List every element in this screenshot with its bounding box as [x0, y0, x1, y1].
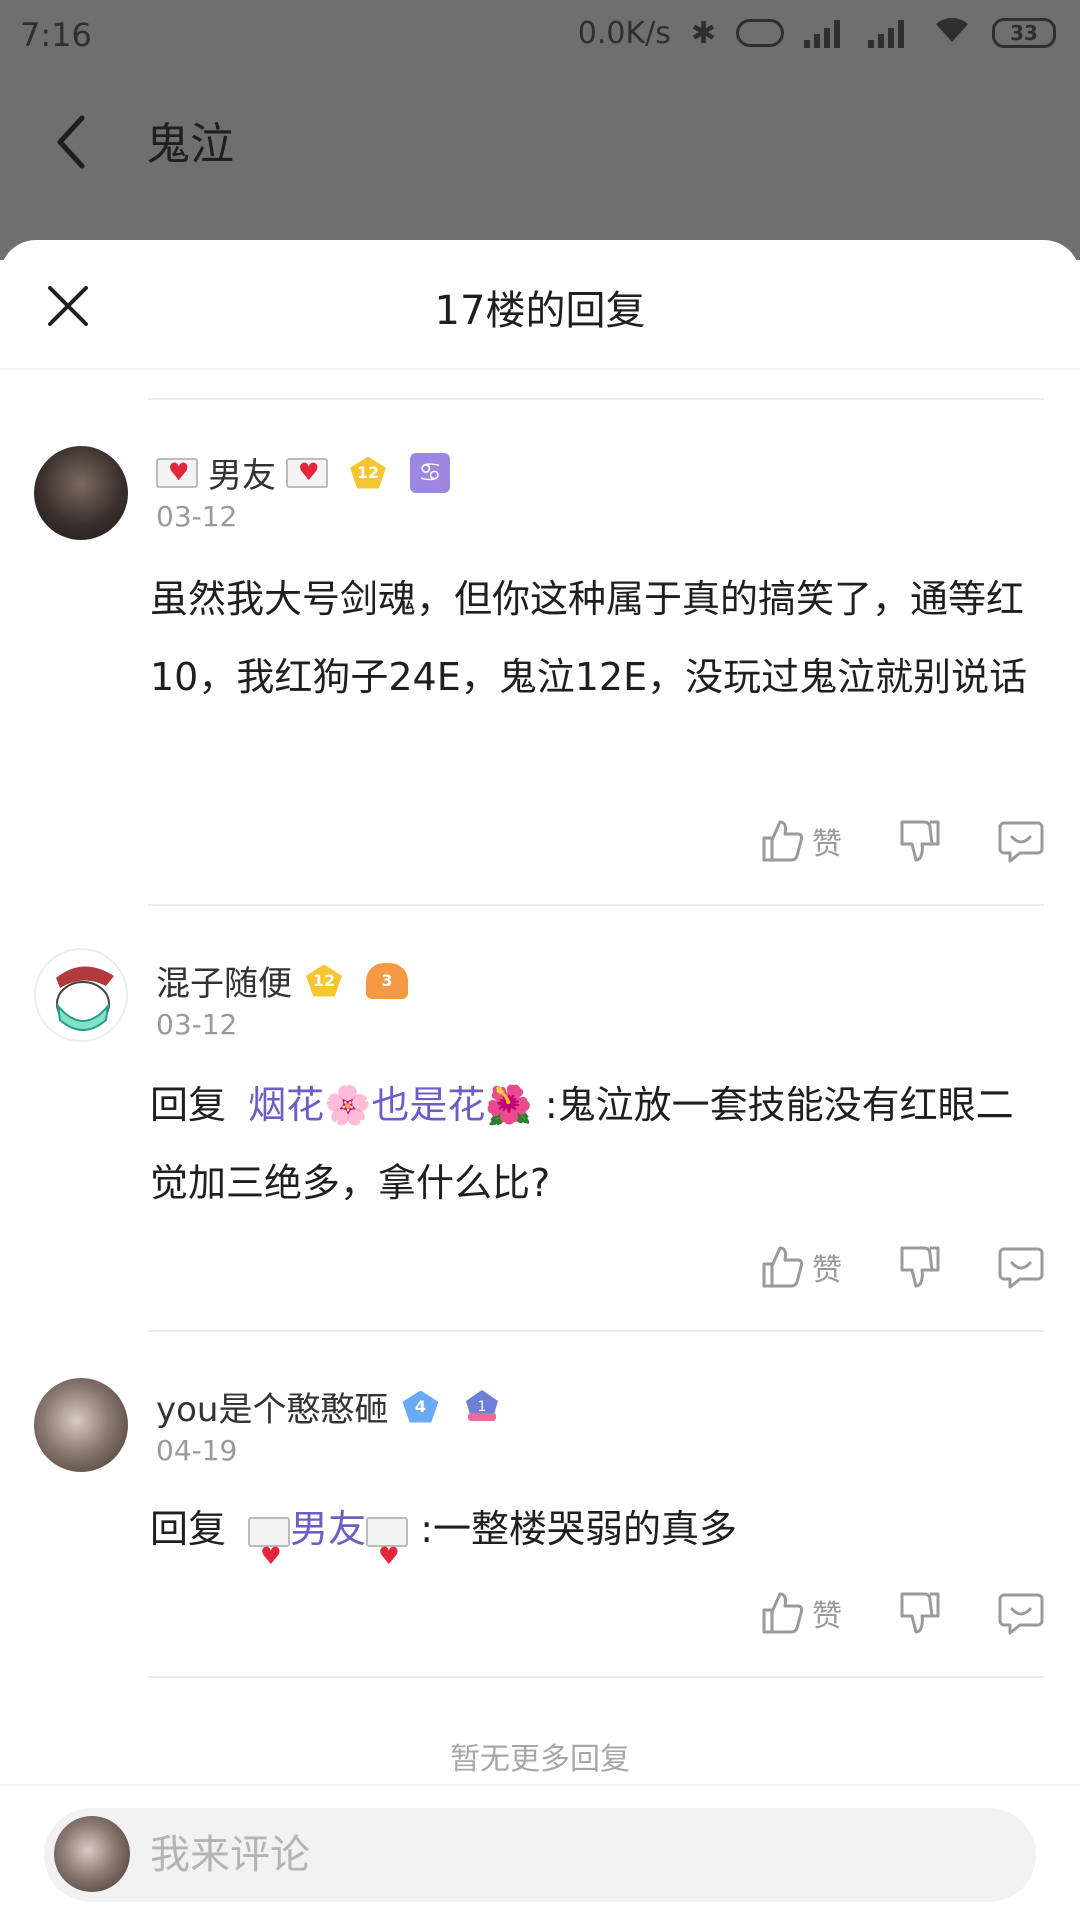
comment-icon	[998, 1247, 1044, 1289]
comment-button[interactable]	[998, 1591, 1044, 1635]
reply-date: 03-12	[156, 1008, 238, 1041]
back-icon[interactable]	[48, 112, 92, 172]
status-time: 7:16	[20, 16, 92, 54]
like-button[interactable]: 赞	[760, 818, 842, 864]
like-button[interactable]: 赞	[760, 1590, 842, 1636]
comment-icon	[998, 1593, 1044, 1635]
divider	[148, 1676, 1044, 1678]
no-more-replies: 暂无更多回复	[450, 1742, 630, 1777]
envelope-heart-icon	[156, 457, 198, 488]
dislike-button[interactable]	[898, 1590, 942, 1636]
reply-content[interactable]: 虽然我大号剑魂，但你这种属于真的搞笑了，通等红10，我红狗子24E，鬼泣12E，…	[150, 560, 1030, 800]
sheet-title: 17楼的回复	[434, 288, 646, 334]
comment-icon	[998, 821, 1044, 863]
dimmed-background[interactable]: 7:16 0.0K/s ✱ 33 鬼泣	[0, 0, 1080, 260]
thumbs-down-icon	[900, 1246, 940, 1288]
username[interactable]: 男友	[208, 448, 276, 497]
divider	[148, 904, 1044, 906]
username[interactable]: 混子随便	[156, 956, 292, 1005]
like-label: 赞	[812, 827, 842, 862]
reply-sheet: 17楼的回复 男友 12 ♋ 03-12 虽然我大号剑魂，但你这种属于真的搞笑了…	[0, 240, 1080, 1920]
battery-icon: 33	[992, 18, 1056, 48]
like-button[interactable]: 赞	[760, 1244, 842, 1290]
username-row: 混子随便 12 3	[156, 956, 408, 1005]
avatar-image	[56, 966, 114, 1031]
signal-icon-2	[868, 18, 912, 48]
comment-button[interactable]	[998, 819, 1044, 863]
app-title: 鬼泣	[146, 119, 234, 170]
envelope-heart-icon	[366, 1516, 409, 1595]
reply-date: 04-19	[156, 1434, 238, 1467]
comment-input-wrapper[interactable]	[44, 1808, 1036, 1902]
vibrate-icon	[736, 19, 784, 47]
username[interactable]: you是个憨憨砸	[156, 1382, 388, 1431]
rank-badge-icon: 1	[466, 1389, 499, 1421]
username-row: you是个憨憨砸 4 1	[156, 1382, 502, 1431]
thumbs-up-icon	[762, 820, 804, 862]
reply-text: :一整楼哭弱的真多	[408, 1507, 738, 1551]
svg-text:1: 1	[478, 1399, 487, 1415]
comment-button[interactable]	[998, 1245, 1044, 1289]
reply-actions: 赞	[760, 1244, 1044, 1290]
network-speed: 0.0K/s	[577, 15, 671, 51]
mention-link[interactable]: 烟花🌸也是花🌺	[248, 1083, 533, 1127]
signal-icon	[804, 18, 848, 48]
wifi-icon	[932, 14, 972, 52]
reply-date: 03-12	[156, 500, 238, 533]
reply-content[interactable]: 回复 烟花🌸也是花🌺 :鬼泣放一套技能没有红眼二觉加三绝多，拿什么比?	[150, 1066, 1030, 1226]
level-badge: 12	[350, 456, 386, 489]
rank-badge: 1	[462, 1387, 502, 1427]
avatar[interactable]	[34, 948, 128, 1042]
fan-badge: 3	[366, 962, 408, 999]
comment-input[interactable]	[150, 1808, 1010, 1902]
reply-prefix: 回复	[150, 1083, 227, 1127]
reply-actions: 赞	[760, 818, 1044, 864]
thumbs-up-icon	[762, 1592, 804, 1634]
avatar[interactable]	[34, 446, 128, 540]
divider	[148, 398, 1044, 400]
comment-bar	[0, 1784, 1080, 1920]
my-avatar	[54, 1816, 130, 1892]
avatar[interactable]	[34, 1378, 128, 1472]
status-bar: 7:16 0.0K/s ✱ 33	[0, 0, 1080, 72]
app-header: 鬼泣	[0, 90, 1080, 220]
dislike-button[interactable]	[898, 1244, 942, 1290]
reply-actions: 赞	[760, 1590, 1044, 1636]
reply-content[interactable]: 回复 男友 :一整楼哭弱的真多	[150, 1490, 1030, 1595]
level-badge: 4	[402, 1390, 439, 1423]
zodiac-badge: ♋	[410, 452, 450, 493]
divider	[148, 1330, 1044, 1332]
level-badge: 12	[306, 964, 342, 997]
bluetooth-icon: ✱	[690, 15, 716, 51]
sheet-header: 17楼的回复	[0, 240, 1080, 370]
status-icons: 0.0K/s ✱ 33	[578, 14, 1056, 52]
envelope-heart-icon	[286, 457, 328, 488]
mention-link[interactable]: 男友	[290, 1507, 366, 1551]
like-label: 赞	[812, 1599, 842, 1634]
like-label: 赞	[812, 1253, 842, 1288]
reply-prefix: 回复	[150, 1507, 227, 1551]
thumbs-up-icon	[762, 1246, 804, 1288]
thumbs-down-icon	[900, 1592, 940, 1634]
thumbs-down-icon	[900, 820, 940, 862]
envelope-heart-icon	[248, 1516, 291, 1595]
username-row: 男友 12 ♋	[156, 448, 450, 497]
dislike-button[interactable]	[898, 818, 942, 864]
